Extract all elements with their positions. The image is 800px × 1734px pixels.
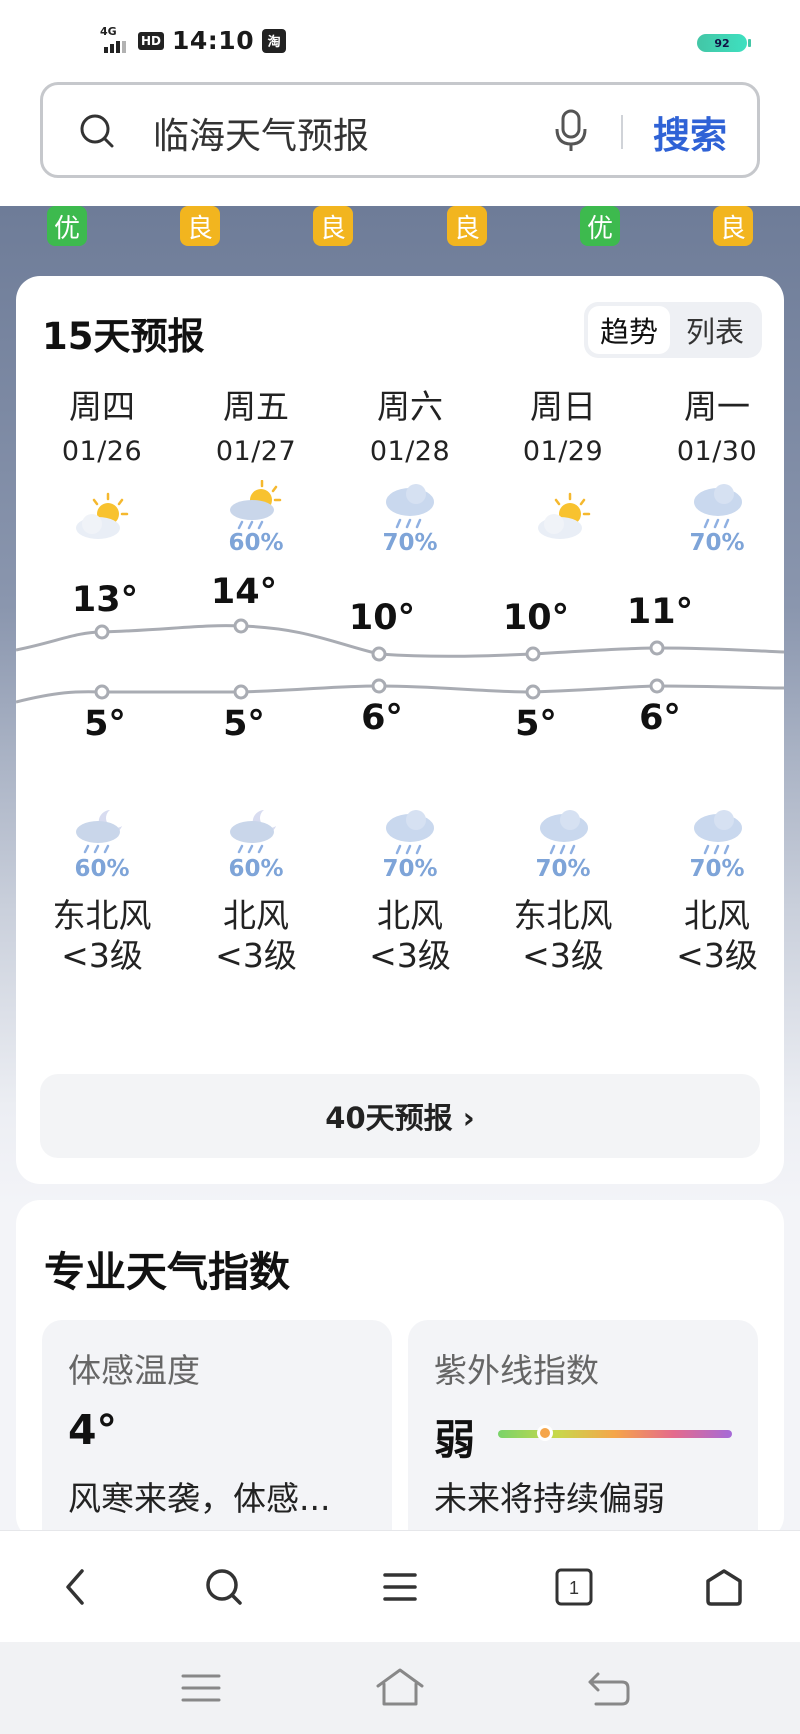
night-precip: 70% [689,856,745,882]
low-temp: 5° [223,704,265,744]
wind-info: 东北风 <3级 [486,896,640,976]
home-button-toolbar[interactable] [692,1555,756,1619]
low-temp-point [94,684,110,700]
taobao-notification-icon: 淘 [262,28,287,53]
system-nav-bar [0,1642,800,1734]
search-divider [621,115,623,149]
high-temp-point [649,640,665,656]
night-precip: 70% [382,856,438,882]
home-icon[interactable] [372,1664,428,1712]
back-icon[interactable] [582,1664,638,1712]
low-temp: 6° [361,698,403,738]
aqi-badge: 优 [580,206,620,246]
feels-like-tile[interactable]: 体感温度 4° 风寒来袭，体感... [42,1320,392,1560]
aqi-badge: 良 [713,206,753,246]
search-button[interactable]: 搜索 [653,105,727,159]
cellular-signal-icon: 4G [100,25,130,55]
wind-info: 东北风 <3级 [25,896,179,976]
wind-level: <3级 [61,936,143,975]
high-temp: 14° [210,572,278,612]
wind-direction: 北风 [377,896,443,935]
aqi-badge: 良 [180,206,220,246]
back-button[interactable] [44,1555,108,1619]
weather-index-card: 专业天气指数 体感温度 4° 风寒来袭，体感... 紫外线指数 弱 未来将持续偏… [16,1200,784,1560]
feels-like-label: 体感温度 [68,1351,200,1390]
forecast-card: 15天预报 趋势 列表 周四 01/26 周五 01/27 周六 01/28 周… [16,276,784,1184]
search-bar: 临海天气预报 搜索 [0,82,800,206]
battery-icon: 92 [697,34,751,52]
menu-icon [383,1573,417,1601]
moon-cloud-rain-icon [230,810,276,854]
high-temp: 13° [71,580,139,620]
wind-direction: 北风 [684,896,750,935]
tabs-count: 1 [569,1578,579,1598]
rain-cloud-icon [386,810,434,855]
uv-level-bar [498,1425,732,1441]
moon-cloud-rain-icon [76,810,122,854]
wind-level: <3级 [215,936,297,975]
feels-like-value: 4° [68,1406,118,1454]
low-temp-point [525,684,541,700]
feels-like-desc: 风寒来袭，体感... [68,1479,331,1518]
low-temp-point [371,678,387,694]
index-title: 专业天气指数 [44,1248,290,1296]
uv-level-marker [536,1425,553,1441]
high-temp-point [525,646,541,662]
wind-direction: 北风 [223,896,289,935]
hd-icon: HD [138,31,165,50]
uv-label: 紫外线指数 [434,1351,599,1390]
browser-toolbar: 1 [0,1530,800,1642]
high-temp-point [233,618,249,634]
home-icon [706,1569,742,1606]
microphone-icon[interactable] [551,109,591,153]
rain-cloud-icon [540,810,588,855]
search-query: 临海天气预报 [153,116,370,157]
high-temp-point [371,646,387,662]
wind-info: 北风 <3级 [179,896,333,976]
uv-value: 弱 [434,1416,475,1464]
back-icon [66,1569,84,1605]
tabs-button[interactable]: 1 [542,1555,606,1619]
wind-info: 北风 <3级 [333,896,487,976]
forecast-40day-button[interactable]: 40天预报 › [40,1074,760,1158]
low-temp-point [233,684,249,700]
aqi-badge: 良 [447,206,487,246]
uv-index-tile[interactable]: 紫外线指数 弱 未来将持续偏弱 [408,1320,758,1560]
aqi-badge: 优 [47,206,87,246]
low-temp-point [649,678,665,694]
night-precip: 60% [228,856,284,882]
recent-apps-icon[interactable] [173,1664,229,1712]
wind-level: <3级 [522,936,604,975]
search-icon [80,114,114,148]
tabs-icon: 1 [555,1568,593,1606]
status-bar: 4G HD 14:10 淘 92 [0,0,800,82]
menu-button[interactable] [368,1555,432,1619]
night-precip: 60% [74,856,130,882]
aqi-badge: 良 [313,206,353,246]
wind-info: 北风 <3级 [640,896,794,976]
search-icon [206,1569,242,1605]
low-temp: 5° [84,704,126,744]
wind-direction: 东北风 [52,896,152,935]
low-temp: 6° [639,698,681,738]
clock: 14:10 [172,26,255,55]
search-input[interactable]: 临海天气预报 搜索 [40,82,760,178]
uv-desc: 未来将持续偏弱 [434,1479,665,1518]
wind-level: <3级 [369,936,451,975]
rain-cloud-icon [694,810,742,855]
high-temp: 10° [348,598,416,638]
air-quality-row: 优 良 良 良 优 良 [0,206,800,246]
wind-direction: 东北风 [513,896,613,935]
wind-level: <3级 [676,936,758,975]
night-precip: 70% [535,856,591,882]
high-temp: 11° [626,592,694,632]
search-button-toolbar[interactable] [192,1555,256,1619]
high-temp-point [94,624,110,640]
